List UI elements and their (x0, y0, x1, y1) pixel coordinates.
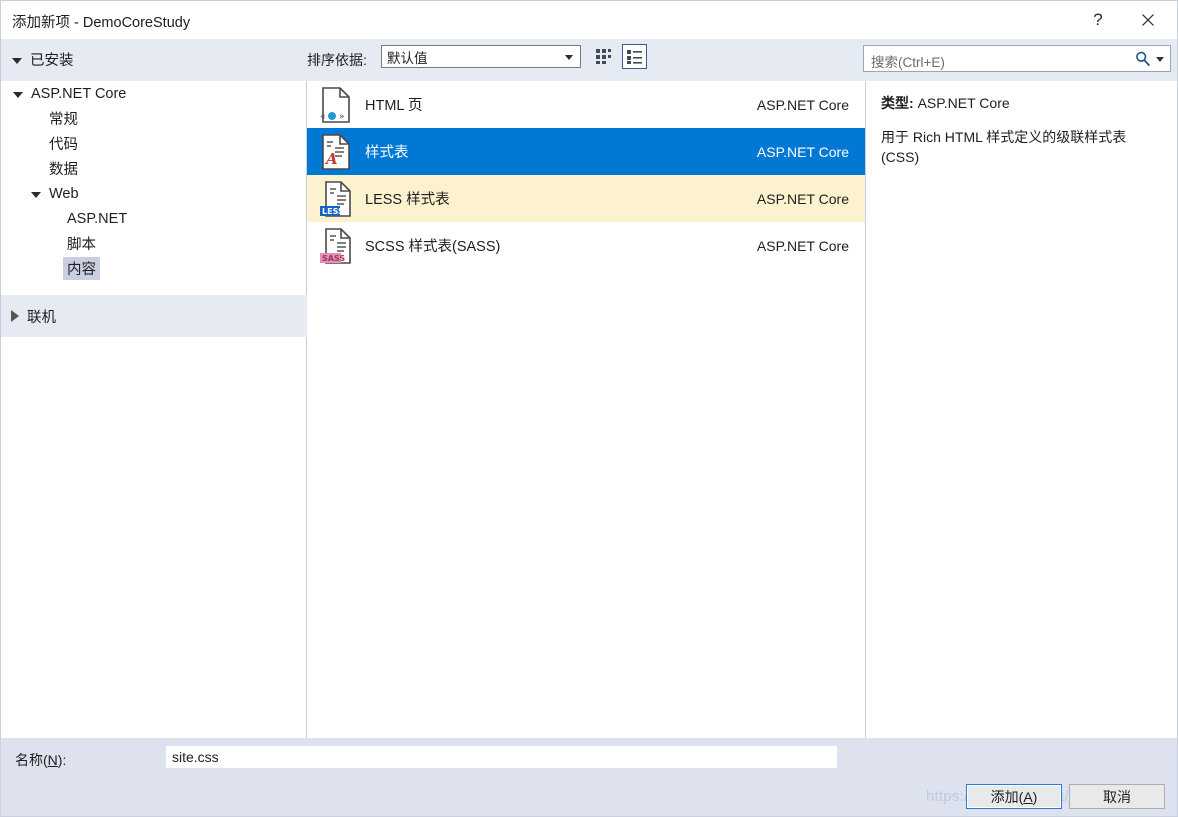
detail-type-value: ASP.NET Core (917, 95, 1010, 111)
chevron-down-icon (12, 57, 22, 64)
sass-file-icon: SASS (320, 227, 351, 264)
sort-by-select[interactable]: 默认值 (381, 45, 581, 68)
list-item-origin: ASP.NET Core (756, 190, 849, 207)
search-box[interactable]: 搜索(Ctrl+E) (863, 45, 1171, 72)
search-placeholder: 搜索(Ctrl+E) (871, 55, 945, 70)
close-button[interactable] (1125, 1, 1171, 39)
tree-item-label: ASP.NET Core (31, 85, 127, 102)
tree-item-web[interactable]: Web (1, 181, 306, 206)
template-details-pane: 类型: ASP.NET Core 用于 Rich HTML 样式定义的级联样式表… (867, 81, 1177, 738)
less-file-icon: LESS (320, 180, 351, 217)
tree-item-label: Web (49, 185, 79, 202)
list-item-origin: ASP.NET Core (756, 96, 849, 113)
search-icon[interactable] (1134, 50, 1152, 68)
sort-by-value: 默认值 (387, 50, 428, 66)
installed-header[interactable]: 已安装 (12, 49, 74, 70)
less-badge-text: LESS (322, 207, 344, 216)
help-button[interactable]: ? (1075, 1, 1121, 39)
tree-item-content[interactable]: 内容 (1, 256, 306, 281)
chevron-down-icon (565, 55, 573, 60)
sass-badge-text: SASS (322, 254, 345, 263)
list-view-button[interactable] (622, 44, 647, 69)
list-item[interactable]: A 样式表 ASP.NET Core (307, 128, 865, 175)
tree-item-label: 代码 (49, 137, 78, 153)
list-item-origin: ASP.NET Core (756, 237, 849, 254)
svg-text:«: « (320, 112, 326, 122)
online-section-header[interactable]: 联机 (1, 295, 307, 337)
list-item[interactable]: LESS LESS 样式表 ASP.NET Core (307, 175, 865, 222)
online-section-label: 联机 (27, 309, 56, 326)
tree-item-label: ASP.NET (67, 210, 128, 227)
detail-type-row: 类型: ASP.NET Core (881, 93, 1165, 113)
sort-by-label: 排序依据: (307, 52, 367, 68)
name-input[interactable] (166, 746, 837, 768)
css-file-icon: A (322, 133, 350, 170)
tree-item-label: 数据 (49, 162, 78, 178)
tree-item-label: 常规 (49, 112, 78, 128)
cancel-button-label: 取消 (1103, 788, 1131, 805)
template-list: « » HTML 页 ASP.NET Core A 样式表 ASP.NET Co… (307, 81, 866, 738)
list-item-name: SCSS 样式表(SASS) (365, 239, 501, 255)
chevron-down-icon[interactable] (9, 91, 27, 98)
svg-text:»: » (339, 112, 345, 122)
add-button[interactable]: 添加(A) (966, 784, 1062, 809)
tree-item-aspnet[interactable]: ASP.NET (1, 206, 306, 231)
chevron-down-icon[interactable] (27, 191, 45, 198)
list-item[interactable]: « » HTML 页 ASP.NET Core (307, 81, 865, 128)
svg-text:A: A (324, 150, 338, 168)
tree-item-label: 内容 (63, 257, 100, 280)
tree-item-data[interactable]: 数据 (1, 156, 306, 181)
close-icon (1142, 14, 1154, 26)
dialog-title: 添加新项 - DemoCoreStudy (12, 15, 191, 31)
installed-tree: ASP.NET Core 常规 代码 数据 Web ASP.NET 脚本 内容 (1, 81, 307, 295)
list-item-name: 样式表 (365, 145, 409, 161)
list-toolbar: 排序依据: 默认值 搜索(Ctrl+E) (307, 39, 1177, 81)
html-file-icon: « » (320, 86, 350, 123)
list-item-origin: ASP.NET Core (756, 143, 849, 160)
detail-type-label: 类型: (881, 95, 914, 111)
chevron-down-icon[interactable] (1156, 56, 1164, 62)
tree-item-scripts[interactable]: 脚本 (1, 231, 306, 256)
list-item-name: LESS 样式表 (365, 192, 450, 208)
list-view-icon (627, 50, 642, 64)
detail-description: 用于 Rich HTML 样式定义的级联样式表 (CSS) (881, 129, 1127, 166)
grid-view-button[interactable] (591, 44, 616, 69)
cancel-button[interactable]: 取消 (1069, 784, 1165, 809)
tree-item-general[interactable]: 常规 (1, 106, 306, 131)
add-new-item-dialog: 添加新项 - DemoCoreStudy ? 已安装 排序依据: 默认值 搜索(… (0, 0, 1178, 817)
tree-item-label: 脚本 (67, 237, 96, 253)
chevron-right-icon (11, 310, 19, 322)
tree-item-aspnetcore[interactable]: ASP.NET Core (1, 81, 306, 106)
left-panel-filler (1, 337, 307, 738)
list-item[interactable]: SASS SCSS 样式表(SASS) ASP.NET Core (307, 222, 865, 269)
title-bar: 添加新项 - DemoCoreStudy ? (1, 1, 1177, 39)
question-mark-icon: ? (1093, 10, 1103, 29)
name-field-label: 名称(N): (15, 752, 67, 768)
list-item-name: HTML 页 (365, 98, 423, 114)
grid-view-icon (596, 49, 611, 64)
installed-header-label: 已安装 (30, 53, 74, 69)
tree-item-code[interactable]: 代码 (1, 131, 306, 156)
